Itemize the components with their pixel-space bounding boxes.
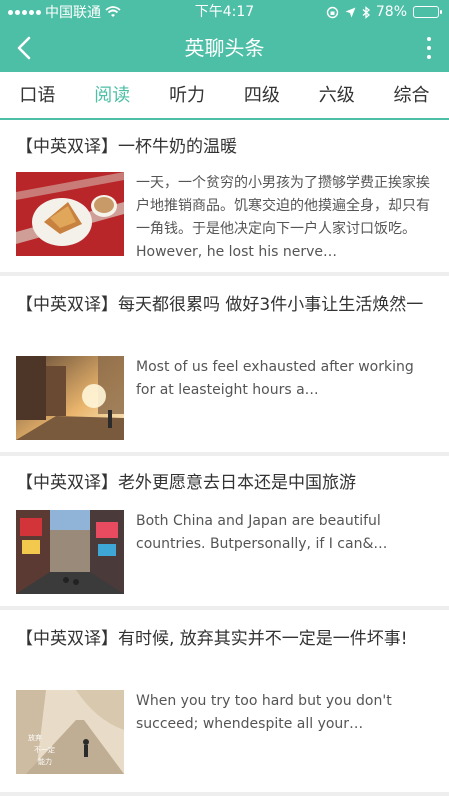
article-list: 【中英双译】一杯牛奶的温暖 一天，一个贫穷的小男孩为了攒够学费正挨家挨户地推销商… [0,120,449,796]
more-vertical-icon[interactable] [423,34,435,62]
article-item[interactable]: 【中英双译】有时候, 放弃其实并不一定是一件坏事! 放弃 不一定 能力 When… [0,610,449,796]
location-arrow-icon [345,7,356,17]
orientation-lock-icon [326,6,339,18]
article-summary: Most of us feel exhausted after working … [136,359,414,398]
person-walking-photo: 放弃 不一定 能力 [16,690,124,774]
category-tabs: 口语 阅读 听力 四级 六级 综合 [0,72,449,120]
page-title: 英聊头条 [184,36,265,60]
tab-cet6[interactable]: 六级 [299,72,374,119]
battery-icon [413,6,442,18]
article-item[interactable]: 【中英双译】老外更愿意去日本还是中国旅游 Both China and Japa… [0,456,449,610]
thumbnail-caption-line: 能力 [38,757,52,766]
article-item[interactable]: 【中英双译】一杯牛奶的温暖 一天，一个贫穷的小男孩为了攒够学费正挨家挨户地推销商… [0,120,449,276]
thumbnail-caption-line: 不一定 [34,745,55,754]
article-summary: When you try too hard but you don't succ… [136,693,392,732]
tab-reading[interactable]: 阅读 [75,72,150,119]
article-summary: 一天，一个贫穷的小男孩为了攒够学费正挨家挨户地推销商品。饥寒交迫的他摸遍全身，却… [136,175,430,260]
article-title[interactable]: 【中英双译】有时候, 放弃其实并不一定是一件坏事! [16,624,435,654]
tab-spoken[interactable]: 口语 [0,72,75,119]
city-street-sunset-photo [16,356,124,440]
milk-pastry-photo [16,172,124,256]
tab-listening[interactable]: 听力 [150,72,225,119]
article-summary: Both China and Japan are beautiful count… [136,513,388,552]
battery-percent: 78% [375,4,407,20]
status-bar: 中国联通 下午4:17 78% [0,0,449,24]
article-thumbnail[interactable] [16,510,124,594]
article-title[interactable]: 【中英双译】一杯牛奶的温暖 [16,132,435,162]
nav-bar: 英聊头条 [0,24,449,72]
article-thumbnail[interactable] [16,356,124,440]
article-thumbnail[interactable] [16,172,124,256]
article-title[interactable]: 【中英双译】老外更愿意去日本还是中国旅游 [16,468,435,498]
bluetooth-icon [362,5,370,19]
tab-comprehensive[interactable]: 综合 [374,72,449,119]
article-item[interactable]: 【中英双译】每天都很累吗 做好3件小事让生活焕然一 Most of us fee… [0,276,449,456]
status-right: 78% [326,0,442,24]
thumbnail-caption-line: 放弃 [28,733,42,742]
shopping-street-photo [16,510,124,594]
article-thumbnail[interactable]: 放弃 不一定 能力 [16,690,124,774]
tab-cet4[interactable]: 四级 [224,72,299,119]
article-title[interactable]: 【中英双译】每天都很累吗 做好3件小事让生活焕然一 [16,290,435,320]
